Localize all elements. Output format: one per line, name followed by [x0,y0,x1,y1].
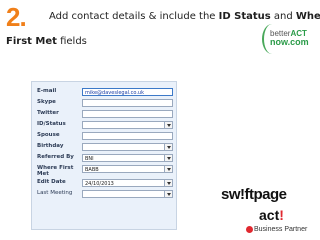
email-label: E-mail [37,88,57,94]
headline-where: Where [295,11,320,22]
chevron-down-icon[interactable] [164,179,173,187]
check-icon [246,226,253,233]
better-act-now-logo: betterACT now.com [262,24,318,54]
twitter-label: Twitter [37,110,59,116]
form-row-id-status: ID/Status [32,121,176,132]
form-row-twitter: Twitter [32,110,176,121]
id-status-field[interactable] [82,121,165,129]
swoosh-icon [262,24,282,54]
referred-by-label: Referred By [37,154,74,160]
act-logo: act! [259,207,284,223]
act-logo-text: act [259,207,280,223]
twitter-field[interactable] [82,110,173,118]
where-first-met-field[interactable]: BABB [82,165,165,173]
headline-fields: fields [56,36,87,47]
birthday-label: Birthday [37,143,64,149]
id-status-label: ID/Status [37,121,66,127]
form-row-email: E-mail mike@daveslegal.co.uk [32,88,176,99]
skype-field[interactable] [82,99,173,107]
spouse-field[interactable] [82,132,173,140]
chevron-down-icon[interactable] [164,154,173,162]
business-partner-label: Business Partner [254,226,308,233]
birthday-field[interactable] [82,143,165,151]
chevron-down-icon[interactable] [164,190,173,198]
headline-line-1: Add contact details & include the ID Sta… [49,11,320,22]
chevron-down-icon[interactable] [164,165,173,173]
headline-id-status: ID Status [218,11,271,22]
act-logo-mark: ! [279,207,284,223]
form-row-referred-by: Referred By BNI [32,154,176,165]
last-meeting-field[interactable] [82,190,165,198]
headline-text-2: and [270,11,296,22]
headline-text: Add contact details & include the [49,11,219,22]
contact-form-panel: E-mail mike@daveslegal.co.uk Skype Twitt… [31,81,177,230]
form-row-skype: Skype [32,99,176,110]
spouse-label: Spouse [37,132,60,138]
skype-label: Skype [37,99,56,105]
form-row-edit-date: Edit Date 24/10/2013 [32,179,176,190]
form-row-where-first-met: Where First Met BABB [32,165,176,179]
edit-date-label: Edit Date [37,179,66,185]
form-row-last-meeting: Last Meeting [32,190,176,201]
edit-date-field[interactable]: 24/10/2013 [82,179,165,187]
where-first-met-label: Where First Met [37,165,74,177]
form-row-spouse: Spouse [32,132,176,143]
chevron-down-icon[interactable] [164,143,173,151]
step-number: 2. [6,2,27,32]
last-meeting-label: Last Meeting [37,190,73,196]
chevron-down-icon[interactable] [164,121,173,129]
email-field[interactable]: mike@daveslegal.co.uk [82,88,173,96]
swiftpage-logo: sw!ftpage [221,186,287,203]
referred-by-field[interactable]: BNI [82,154,165,162]
headline-first-met: First Met [6,36,57,47]
form-row-birthday: Birthday [32,143,176,154]
headline-line-2: First Met fields [6,36,87,47]
